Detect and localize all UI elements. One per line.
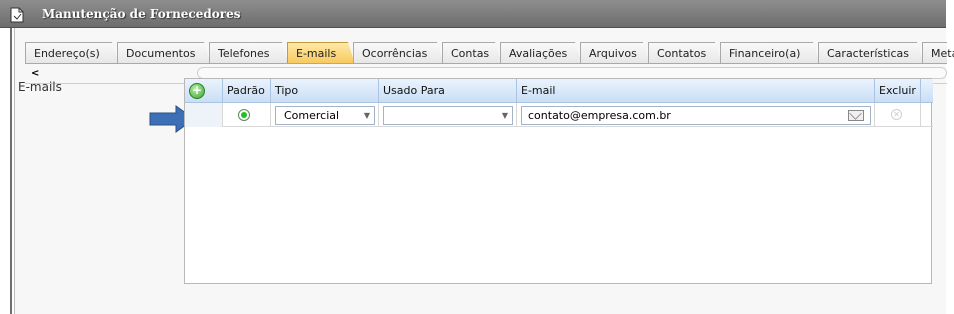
emails-grid: + Padrão Tipo Usado Para E-mail Excluir … bbox=[184, 78, 933, 284]
tab-telefones[interactable]: Telefones bbox=[209, 42, 289, 64]
header-email: E-mail bbox=[517, 79, 875, 103]
tab-arquivos[interactable]: Arquivos bbox=[580, 42, 650, 64]
email-field[interactable]: contato@empresa.com.br bbox=[521, 106, 871, 125]
tipo-select-value: Comercial bbox=[284, 109, 340, 122]
section-label: E-mails bbox=[18, 80, 62, 94]
tab-caracteristicas[interactable]: Características bbox=[818, 42, 924, 64]
tipo-cell: Comercial ▼ bbox=[271, 103, 379, 127]
row-selector[interactable] bbox=[185, 103, 223, 127]
email-cell: contato@empresa.com.br bbox=[517, 103, 875, 127]
tab-emails[interactable]: E-mails bbox=[287, 42, 355, 64]
tab-strip: Endereço(s) Documentos Telefones E-mails… bbox=[25, 42, 954, 64]
document-icon bbox=[10, 7, 24, 23]
delete-icon[interactable]: ✕ bbox=[891, 109, 902, 120]
header-add-cell: + bbox=[185, 79, 223, 103]
header-tipo: Tipo bbox=[271, 79, 379, 103]
tab-financeiro[interactable]: Financeiro(a) bbox=[720, 42, 820, 64]
usado-para-select[interactable]: ▼ bbox=[383, 106, 513, 125]
window-title: Manutenção de Fornecedores bbox=[42, 7, 241, 21]
left-frame bbox=[0, 28, 12, 314]
tab-scroll-left-button[interactable]: < bbox=[31, 68, 39, 79]
tab-documentos[interactable]: Documentos bbox=[117, 42, 211, 64]
padrao-radio[interactable] bbox=[238, 109, 250, 121]
chevron-down-icon: ▼ bbox=[501, 111, 508, 120]
header-padrao: Padrão bbox=[223, 79, 271, 103]
grid-header: + Padrão Tipo Usado Para E-mail Excluir bbox=[185, 79, 933, 103]
tipo-select[interactable]: Comercial ▼ bbox=[275, 106, 375, 125]
chevron-down-icon: ▼ bbox=[363, 111, 370, 120]
header-excluir: Excluir bbox=[875, 79, 921, 103]
envelope-icon[interactable] bbox=[848, 110, 864, 121]
title-bar: Manutenção de Fornecedores bbox=[0, 0, 946, 28]
tab-avaliacoes[interactable]: Avaliações bbox=[500, 42, 582, 64]
tab-ocorrencias[interactable]: Ocorrências bbox=[353, 42, 444, 64]
tab-enderecos[interactable]: Endereço(s) bbox=[25, 42, 119, 64]
padrao-cell bbox=[223, 103, 271, 127]
header-usado-para: Usado Para bbox=[379, 79, 517, 103]
tab-meta[interactable]: Meta bbox=[922, 42, 954, 64]
tab-contas[interactable]: Contas bbox=[442, 42, 502, 64]
excluir-cell: ✕ bbox=[875, 103, 921, 127]
table-row: Comercial ▼ ▼ contato@empresa.com.br ✕ bbox=[185, 103, 933, 127]
email-field-value: contato@empresa.com.br bbox=[528, 109, 671, 122]
window: Manutenção de Fornecedores Endereço(s) D… bbox=[0, 0, 954, 314]
add-row-button[interactable]: + bbox=[189, 83, 205, 99]
tab-underline bbox=[25, 63, 947, 64]
tab-contatos[interactable]: Contatos bbox=[648, 42, 722, 64]
usado-para-cell: ▼ bbox=[379, 103, 517, 127]
